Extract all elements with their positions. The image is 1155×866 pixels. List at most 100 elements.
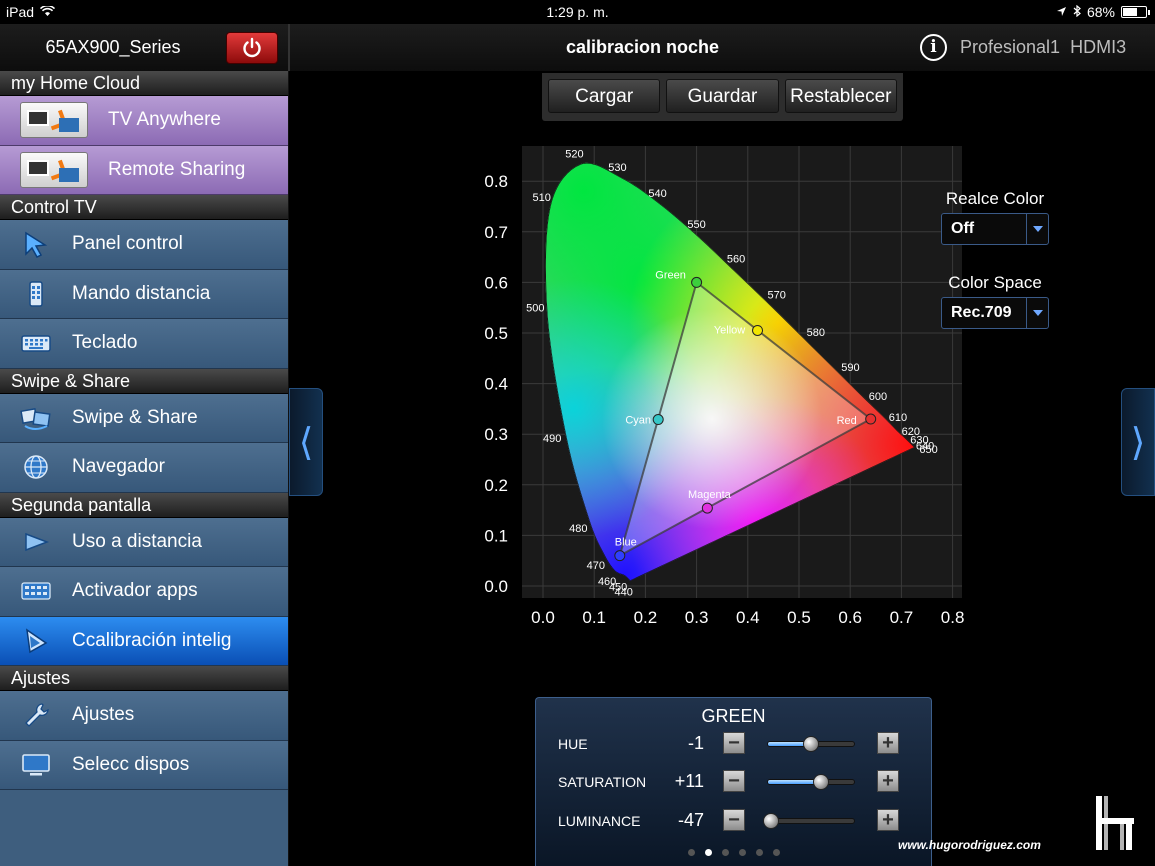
color-point-blue[interactable] xyxy=(614,550,626,562)
slider-knob[interactable] xyxy=(762,813,779,829)
x-tick-label: 0.1 xyxy=(582,608,606,627)
wavelength-label: 590 xyxy=(841,362,859,374)
page-dot[interactable] xyxy=(687,849,695,856)
saturation-slider[interactable] xyxy=(767,774,855,790)
section-control-tv: Control TV xyxy=(0,195,288,220)
saturation-minus-button[interactable]: − xyxy=(723,770,745,792)
sidebar-item-label: Panel control xyxy=(72,233,183,255)
save-button[interactable]: Guardar xyxy=(666,79,779,113)
sidebar-item-navegador[interactable]: Navegador xyxy=(0,443,288,493)
wavelength-label: 540 xyxy=(648,188,666,200)
sidebar-item-swipe-share[interactable]: Swipe & Share xyxy=(0,393,288,443)
color-space-value: Rec.709 xyxy=(951,304,1012,321)
luminance-minus-button[interactable]: − xyxy=(723,809,745,831)
color-space-dropdown[interactable]: Rec.709 xyxy=(941,297,1049,329)
point-label: Green xyxy=(655,269,686,281)
sidebar-item-panel-control[interactable]: Panel control xyxy=(0,220,288,270)
sidebar-item-mando-distancia[interactable]: Mando distancia xyxy=(0,269,288,319)
y-tick-label: 0.8 xyxy=(484,172,508,191)
color-enhance-label: Realce Color xyxy=(945,189,1045,208)
chevron-down-icon xyxy=(1026,214,1048,244)
section-swipe-share: Swipe & Share xyxy=(0,368,288,394)
page-dot[interactable] xyxy=(755,849,763,856)
page-dot[interactable] xyxy=(772,849,780,856)
adjust-panel: GREEN HUE -1 − + SATURATION +11 − + LUMI… xyxy=(535,697,932,866)
chevron-down-icon xyxy=(1026,298,1048,328)
globe-icon xyxy=(24,455,48,479)
sidebar-item-selecc-dispos[interactable]: Selecc dispos xyxy=(0,740,288,790)
luminance-plus-button[interactable]: + xyxy=(877,809,899,831)
sidebar-item-label: Ccalibración intelig xyxy=(72,629,232,651)
watermark: www.hugorodriguez.com xyxy=(898,838,1041,852)
sidebar-item-teclado[interactable]: Teclado xyxy=(0,319,288,369)
hue-minus-button[interactable]: − xyxy=(723,732,745,754)
wavelength-label: 480 xyxy=(569,523,587,535)
page-dot[interactable] xyxy=(704,849,712,856)
remote-sharing-icon xyxy=(20,151,88,188)
color-point-magenta[interactable] xyxy=(701,502,713,514)
color-point-red[interactable] xyxy=(865,413,877,425)
next-page-tab[interactable]: ⟩ xyxy=(1121,388,1155,496)
chevron-left-icon: ⟨ xyxy=(298,420,314,464)
battery-icon xyxy=(1121,6,1150,18)
reset-button[interactable]: Restablecer xyxy=(784,79,897,113)
sidebar-item-uso-distancia[interactable]: Uso a distancia xyxy=(0,517,288,567)
sidebar-item-ajustes[interactable]: Ajustes xyxy=(0,691,288,741)
pointer-arrow-icon xyxy=(25,231,48,259)
sidebar-item-label: Uso a distancia xyxy=(72,530,202,552)
luminance-slider[interactable] xyxy=(762,813,855,829)
page-dot[interactable] xyxy=(738,849,746,856)
x-tick-label: 0.0 xyxy=(531,608,555,627)
page-dot[interactable] xyxy=(721,849,729,856)
wavelength-label: 570 xyxy=(768,289,786,301)
status-bar: iPad 1:29 p. m. 68% xyxy=(0,0,1155,24)
power-button[interactable] xyxy=(226,32,278,64)
power-icon xyxy=(243,37,261,58)
toolbar: Cargar Guardar Restablecer xyxy=(542,73,903,121)
input-source: HDMI3 xyxy=(1070,37,1127,57)
monitor-icon xyxy=(22,753,50,776)
hue-slider[interactable] xyxy=(767,736,855,752)
profile-input-label: Profesional1 HDMI3 xyxy=(960,24,1126,71)
device-name: 65AX900_Series xyxy=(45,37,181,57)
cie-chromaticity-chart[interactable]: 0.0 0.1 0.2 0.3 0.4 0.5 0.6 0.7 0.8 0.0 0.1 0.2 0.3 0… xyxy=(480,141,970,631)
hue-label: HUE xyxy=(558,736,588,752)
x-tick-label: 0.2 xyxy=(634,608,658,627)
point-label: Yellow xyxy=(714,324,745,336)
wavelength-label: 560 xyxy=(727,253,745,265)
sidebar-item-tv-anywhere[interactable]: TV Anywhere xyxy=(0,96,288,146)
sidebar-item-calibracion[interactable]: Ccalibración intelig xyxy=(0,616,288,666)
slider-knob[interactable] xyxy=(813,774,830,790)
load-button[interactable]: Cargar xyxy=(548,79,661,113)
color-enhance-dropdown[interactable]: Off xyxy=(941,213,1049,245)
saturation-plus-button[interactable]: + xyxy=(877,770,899,792)
y-tick-label: 0.6 xyxy=(484,273,508,292)
hue-plus-button[interactable]: + xyxy=(877,732,899,754)
y-tick-label: 0.5 xyxy=(484,324,508,343)
y-tick-label: 0.7 xyxy=(484,223,508,242)
battery-percent: 68% xyxy=(1086,4,1115,20)
page-indicator xyxy=(536,849,931,856)
calibration-icon xyxy=(26,628,48,653)
bluetooth-icon xyxy=(1073,4,1081,20)
section-segunda-pantalla: Segunda pantalla xyxy=(0,492,288,518)
hue-row: HUE -1 − + xyxy=(536,729,933,759)
slider-knob[interactable] xyxy=(803,736,819,752)
sidebar-item-label: Ajustes xyxy=(72,704,135,726)
color-point-cyan[interactable] xyxy=(652,414,664,426)
y-tick-label: 0.4 xyxy=(484,375,508,394)
previous-page-tab[interactable]: ⟨ xyxy=(289,388,323,496)
section-my-home-cloud: my Home Cloud xyxy=(0,71,288,96)
saturation-row: SATURATION +11 − + xyxy=(536,767,933,797)
y-tick-label: 0.2 xyxy=(484,476,508,495)
color-point-yellow[interactable] xyxy=(752,324,764,336)
sidebar-item-activador-apps[interactable]: Activador apps xyxy=(0,567,288,617)
point-label: Magenta xyxy=(688,489,732,501)
point-label: Cyan xyxy=(625,415,651,427)
sidebar-item-remote-sharing[interactable]: Remote Sharing xyxy=(0,145,288,195)
wavelength-label: 600 xyxy=(869,391,887,403)
info-icon[interactable]: i xyxy=(920,34,947,61)
wavelength-label: 490 xyxy=(543,433,561,445)
color-point-green[interactable] xyxy=(691,276,703,288)
section-ajustes: Ajustes xyxy=(0,666,288,691)
